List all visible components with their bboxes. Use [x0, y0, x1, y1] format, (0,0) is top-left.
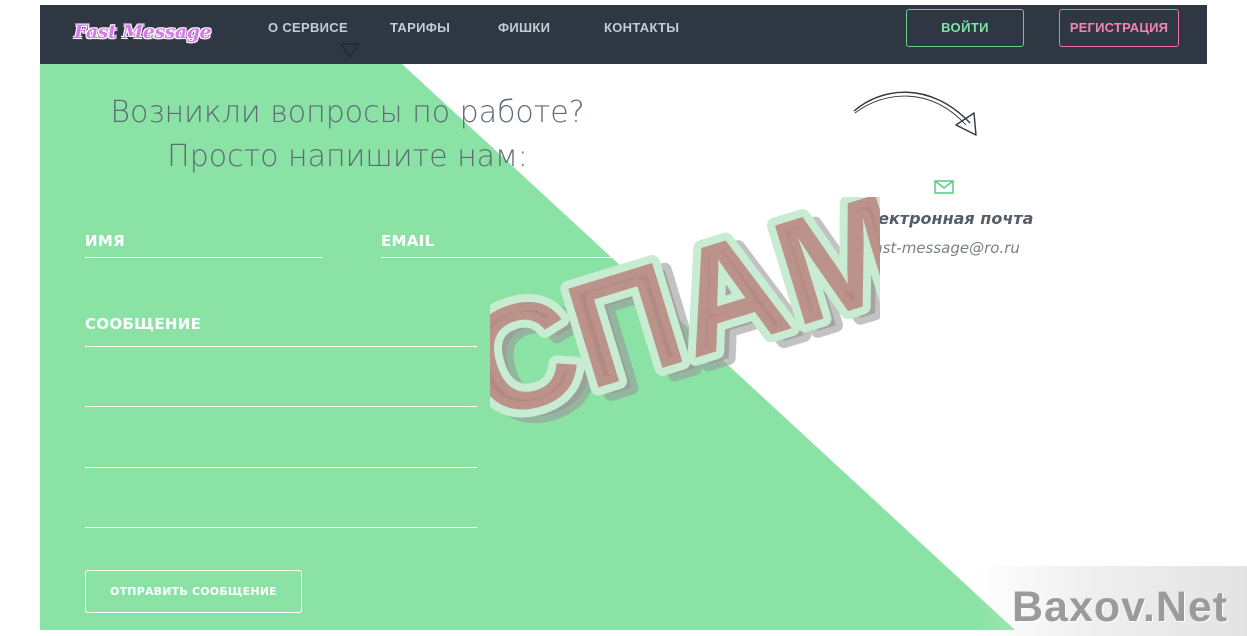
- name-field-label: ИМЯ: [85, 232, 125, 250]
- logo[interactable]: Fast Message: [74, 21, 212, 43]
- navbar: Fast Message О СЕРВИСЕ ТАРИФЫ ФИШКИ КОНТ…: [40, 5, 1207, 64]
- contact-page: Fast Message О СЕРВИСЕ ТАРИФЫ ФИШКИ КОНТ…: [40, 5, 1207, 630]
- message-line: [85, 406, 477, 407]
- contact-heading-line2: Просто напишите нам:: [167, 139, 528, 174]
- register-button[interactable]: РЕГИСТРАЦИЯ: [1059, 9, 1179, 47]
- contact-heading-line1: Возникли вопросы по работе?: [110, 95, 585, 130]
- screenshot: Fast Message О СЕРВИСЕ ТАРИФЫ ФИШКИ КОНТ…: [0, 0, 1247, 636]
- message-line: [85, 467, 477, 468]
- login-button[interactable]: ВОЙТИ: [906, 9, 1024, 47]
- envelope-icon: [934, 180, 954, 194]
- nav-link-pricing[interactable]: ТАРИФЫ: [390, 20, 450, 35]
- send-message-button[interactable]: ОТПРАВИТЬ СООБЩЕНИЕ: [85, 570, 302, 613]
- nav-link-contacts[interactable]: КОНТАКТЫ: [604, 20, 679, 35]
- message-field-label: СООБЩЕНИЕ: [85, 315, 202, 333]
- message-line: [85, 527, 477, 528]
- email-field-label: EMAIL: [381, 232, 435, 250]
- message-line: [85, 346, 477, 347]
- nav-link-about[interactable]: О СЕРВИСЕ: [268, 20, 348, 35]
- active-nav-caret-icon: [340, 43, 360, 59]
- spam-stamp: СПАМ СПАМ СПАМ: [490, 197, 880, 437]
- nav-link-features[interactable]: ФИШКИ: [498, 20, 550, 35]
- baxov-watermark: Baxov.Net: [1012, 583, 1229, 631]
- contact-heading: Возникли вопросы по работе? Просто напиш…: [80, 91, 615, 179]
- name-input[interactable]: [85, 257, 322, 258]
- curved-arrow-icon: [853, 91, 977, 136]
